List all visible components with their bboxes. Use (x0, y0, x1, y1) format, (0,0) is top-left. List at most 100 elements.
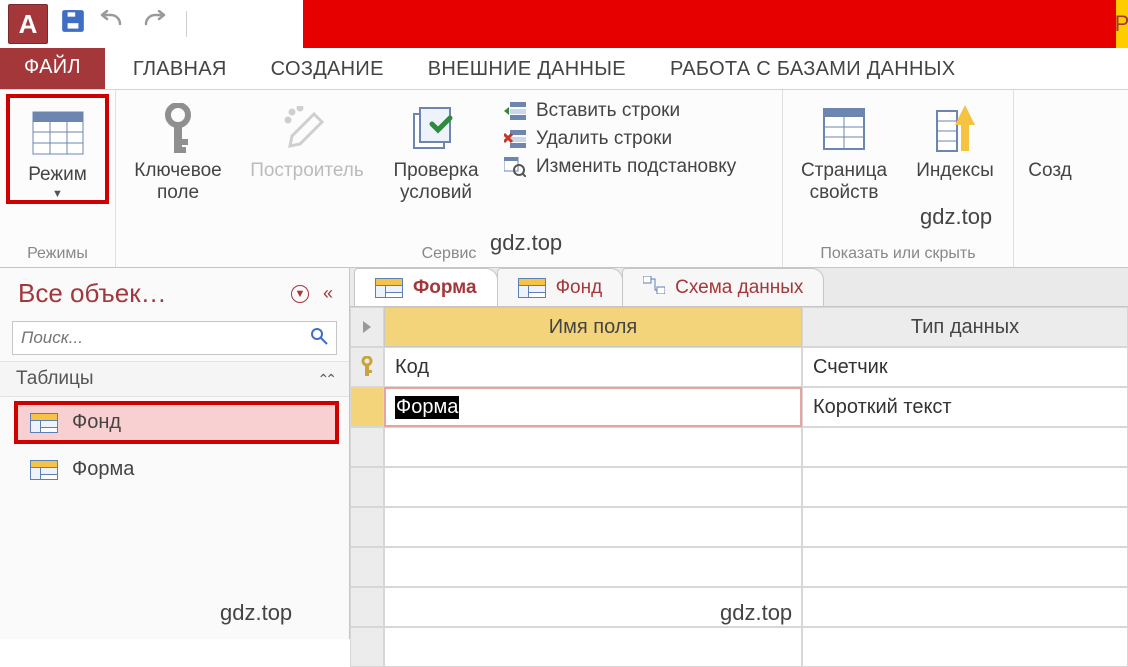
nav-section-tables[interactable]: Таблицы ⌃⌃ (0, 361, 349, 397)
cell-empty[interactable] (802, 547, 1128, 587)
builder-button[interactable]: Построитель (238, 94, 376, 182)
title-bar-edge: Р (1116, 0, 1128, 48)
nav-item-label: Форма (72, 458, 134, 481)
nav-search-input[interactable] (13, 324, 302, 352)
indexes-label: Индексы (916, 160, 993, 182)
chevron-down-icon: ▼ (52, 188, 63, 200)
insert-rows-button[interactable]: Вставить строки (502, 100, 768, 122)
row-selector[interactable] (350, 467, 384, 507)
create-macros-label: Созд (1028, 160, 1071, 182)
builder-icon (284, 98, 330, 160)
nav-pane-title: Все объек… (18, 278, 167, 309)
cell-empty[interactable] (384, 507, 802, 547)
property-sheet-button[interactable]: Страница свойств (789, 94, 899, 204)
property-sheet-icon (822, 98, 866, 160)
delete-rows-icon (502, 128, 528, 150)
cell-data-type[interactable]: Счетчик (802, 347, 1128, 387)
cell-empty[interactable] (802, 427, 1128, 467)
table-icon (375, 278, 403, 298)
search-icon[interactable] (302, 327, 336, 350)
cell-empty[interactable] (802, 587, 1128, 627)
nav-item-fond[interactable]: Фонд (14, 401, 339, 444)
access-logo-icon: A (8, 4, 48, 44)
cell-empty[interactable] (384, 627, 802, 667)
builder-label: Построитель (250, 160, 364, 182)
validation-label: Проверка условий (393, 160, 478, 204)
nav-dropdown-icon[interactable]: ▼ (291, 285, 309, 303)
save-icon[interactable] (60, 8, 86, 41)
primary-key-button[interactable]: Ключевое поле (122, 94, 234, 204)
nav-item-label: Фонд (72, 411, 121, 434)
key-icon (161, 98, 195, 160)
row-selector[interactable] (350, 427, 384, 467)
table-icon (30, 460, 58, 480)
cell-field-name-editing[interactable]: Форма (384, 387, 802, 427)
datasheet-view-icon (32, 102, 84, 164)
row-selector-current[interactable] (350, 387, 384, 427)
modify-lookup-button[interactable]: Изменить подстановку (502, 156, 768, 178)
row-selector[interactable] (350, 507, 384, 547)
cell-empty[interactable] (802, 467, 1128, 507)
cell-empty[interactable] (384, 587, 802, 627)
doc-tab-label: Форма (413, 277, 477, 299)
tab-external-data[interactable]: ВНЕШНИЕ ДАННЫЕ (406, 50, 648, 89)
qat-separator (186, 11, 187, 37)
field-grid: Имя поля Тип данных Код Счетчик Форма Ко… (350, 307, 1128, 667)
modify-lookup-icon (502, 156, 528, 178)
property-sheet-label: Страница свойств (801, 160, 887, 204)
cell-field-name[interactable]: Код (384, 347, 802, 387)
view-button[interactable]: Режим ▼ (6, 94, 109, 204)
cell-data-type[interactable]: Короткий текст (802, 387, 1128, 427)
tab-home[interactable]: ГЛАВНАЯ (111, 50, 249, 89)
nav-item-forma[interactable]: Форма (0, 448, 349, 491)
cell-empty[interactable] (384, 547, 802, 587)
nav-pane-title-bar[interactable]: Все объек… ▼ « (0, 268, 349, 315)
ribbon-group-tools-label: Сервис (122, 243, 776, 265)
cell-empty[interactable] (384, 467, 802, 507)
row-selector[interactable] (350, 587, 384, 627)
indexes-icon (935, 98, 975, 160)
row-selector-key[interactable] (350, 347, 384, 387)
design-view: Форма Фонд Схема данных Имя поля Тип дан… (350, 268, 1128, 639)
create-macros-button[interactable]: Созд (1020, 94, 1080, 182)
indexes-button[interactable]: Индексы (903, 94, 1007, 182)
delete-rows-button[interactable]: Удалить строки (502, 128, 768, 150)
tab-create[interactable]: СОЗДАНИЕ (249, 50, 406, 89)
table-icon (30, 413, 58, 433)
modify-lookup-label: Изменить подстановку (536, 156, 736, 178)
row-selector[interactable] (350, 627, 384, 667)
doc-tab-label: Схема данных (675, 277, 803, 299)
nav-collapse-icon[interactable]: « (323, 283, 333, 304)
doc-tab-schema[interactable]: Схема данных (622, 268, 824, 306)
quick-access-toolbar: A (0, 0, 303, 48)
redo-icon[interactable] (140, 10, 170, 39)
doc-tab-forma[interactable]: Форма (354, 268, 498, 306)
cell-empty[interactable] (802, 507, 1128, 547)
row-selector[interactable] (350, 547, 384, 587)
tab-database-tools[interactable]: РАБОТА С БАЗАМИ ДАННЫХ (648, 50, 977, 89)
grid-corner[interactable] (350, 307, 384, 347)
nav-search (12, 321, 337, 355)
insert-rows-icon (502, 100, 528, 122)
navigation-pane: Все объек… ▼ « Таблицы ⌃⌃ Фонд Форма (0, 268, 350, 639)
table-icon (518, 278, 546, 298)
validation-button[interactable]: Проверка условий (380, 94, 492, 204)
nav-section-label: Таблицы (16, 368, 94, 390)
relationships-icon (643, 276, 665, 299)
section-collapse-icon: ⌃⌃ (318, 371, 333, 388)
header-field-name[interactable]: Имя поля (384, 307, 802, 347)
doc-tab-fond[interactable]: Фонд (497, 268, 624, 306)
validation-icon (412, 98, 460, 160)
ribbon: Режим ▼ Режимы Ключевое поле Построитель (0, 90, 1128, 268)
cell-empty[interactable] (384, 427, 802, 467)
insert-rows-label: Вставить строки (536, 100, 680, 122)
title-bar-redacted (303, 0, 1116, 48)
doc-tab-label: Фонд (556, 277, 603, 299)
ribbon-tab-strip: ФАЙЛ ГЛАВНАЯ СОЗДАНИЕ ВНЕШНИЕ ДАННЫЕ РАБ… (0, 48, 1128, 90)
header-data-type[interactable]: Тип данных (802, 307, 1128, 347)
primary-key-label: Ключевое поле (134, 160, 221, 204)
tab-file[interactable]: ФАЙЛ (0, 46, 105, 89)
undo-icon[interactable] (98, 10, 128, 39)
cell-empty[interactable] (802, 627, 1128, 667)
title-bar: A Р (0, 0, 1128, 48)
